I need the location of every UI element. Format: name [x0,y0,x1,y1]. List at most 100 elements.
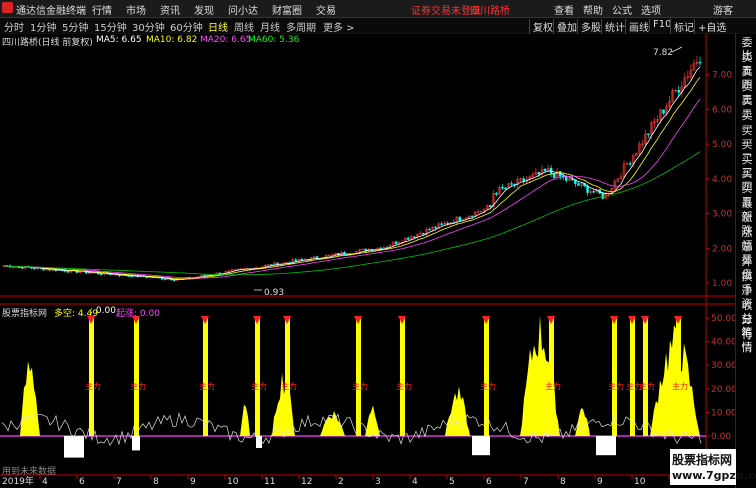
price-tick-label: 2.00 [712,244,732,254]
signal-bar [643,318,648,436]
signal-label: 主力 [281,381,297,391]
candle-body [504,187,507,189]
candle-body [406,237,410,240]
signal-bar [89,318,94,436]
signal-bar [255,318,260,436]
quote-sidebar: 委比 卖五 卖四 卖三 卖二 卖一 买一 买二 买三 买四 买五 最新 涨跌 涨幅 总量 外盘 换手 净资 收益 分笔… [735,33,756,488]
price-tick-label: 4.00 [712,175,732,185]
candle-body [172,279,176,281]
indicator-tick-label: 0.00 [711,432,731,442]
month-label: 4 [42,477,48,487]
month-label: 10 [634,477,646,487]
month-label: 3 [375,477,381,487]
ma20-line [3,98,701,279]
candle-body [647,133,650,135]
candle-body [565,176,568,181]
indicator-area [575,408,590,436]
candle-body [522,178,525,182]
indicator-tick-label: 50.00 [711,314,737,324]
month-label: 4 [412,477,418,487]
sub-chart-title: 股票指标网 [2,309,48,319]
indicator-area [20,361,40,436]
candle-body [698,61,702,64]
high-pointer [671,46,683,53]
indicator-area [650,325,700,436]
price-tick-label: 6.00 [712,105,732,115]
ma10-line [3,77,701,280]
indicator-area [445,386,470,436]
candle-body [549,167,553,174]
candle-body [543,168,547,172]
negative-bar [132,436,140,451]
signal-bar [285,318,290,436]
candle-body [662,109,665,114]
candle-body [470,215,474,218]
signal-label: 主力 [639,381,655,391]
month-label: 10 [227,477,239,487]
indicator-tick-label: 10.00 [711,408,737,418]
sidebar-item-20[interactable]: 行情 [737,328,756,354]
signal-bar [630,318,635,436]
candle-body [434,226,437,229]
signal-label: 主力 [480,381,496,391]
signal-label: 主力 [545,381,561,391]
negative-bar [472,436,490,456]
future-data-notice: 用到未来数据 [2,467,57,477]
month-label: 9 [597,477,603,487]
candle-body [294,259,298,262]
candle-body [458,216,462,221]
low-price-label: 0.93 [264,288,284,298]
month-label: 6 [79,477,85,487]
month-label: 2 [338,477,344,487]
negative-bar [64,436,84,458]
candle-body [100,273,103,275]
candle-body [592,191,595,193]
candle-body [203,274,206,277]
signal-label: 主力 [130,381,146,391]
candle-body [300,258,304,261]
candle-body [495,193,498,195]
month-label: 9 [190,477,196,487]
signal-bar [356,318,361,436]
signal-label: 主力 [352,381,368,391]
month-label: 8 [560,477,566,487]
watermark-logo: 股票指标网 www.7gpzb.com [670,449,756,485]
candle-body [577,183,580,186]
price-tick-label: 3.00 [712,210,732,220]
ma60-line [3,151,701,276]
price-tick-label: 1.00 [712,279,732,289]
candle-body [413,236,416,238]
watermark-line1: 股票指标网 [672,453,733,467]
signal-label: 主力 [608,381,624,391]
month-label: 12 [301,477,312,487]
indicator-area [320,410,345,436]
candle-body [489,205,492,207]
signal-label: 主力 [396,381,412,391]
month-label: 5 [449,477,455,487]
signal-bar [400,318,405,436]
price-tick-label: 5.00 [712,140,732,150]
signal-label: 主力 [199,381,215,391]
ma5-line [3,66,701,280]
candle-body [510,183,513,185]
candle-body [501,187,504,189]
candle-body [163,278,167,281]
negative-bar [596,436,616,456]
candle-body [428,229,431,231]
candle-body [66,271,70,273]
price-tick-label: 7.00 [712,71,732,81]
month-label: 11 [264,477,275,487]
candle-body [537,172,541,175]
signal-label: 主力 [672,381,688,391]
month-label: 7 [523,477,529,487]
candle-body [628,163,632,165]
sub-white-value: : 0.00 [90,306,116,316]
signal-bar [676,318,681,436]
candle-body [394,241,398,244]
signal-label: 主力 [85,381,101,391]
candle-body [218,272,222,275]
watermark-line2: www.7gpzb.com [672,469,756,482]
chart-canvas[interactable]: 7.00 6.00 5.00 4.00 3.00 2.00 1.00 50.00 4 0.00 3… [0,0,756,487]
high-price-label: 7.82 [653,48,673,58]
candle-body [677,89,680,93]
